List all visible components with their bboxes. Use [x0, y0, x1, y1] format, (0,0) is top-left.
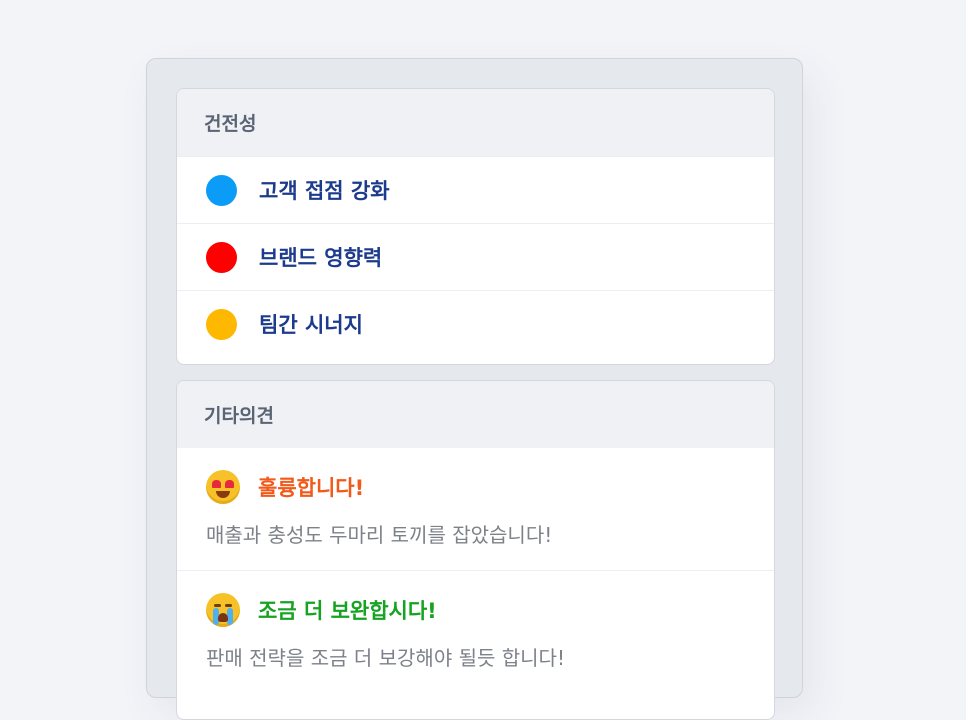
health-item-customer-touchpoint: 고객 접점 강화 — [177, 156, 774, 223]
survey-results-panel: 건전성 고객 접점 강화 브랜드 영향력 팀간 시너지 기타의견 훌륭합니다! … — [146, 58, 803, 720]
red-dot-icon — [206, 241, 237, 273]
health-item-label: 고객 접점 강화 — [259, 179, 390, 203]
heart-eyes-emoji-icon — [206, 470, 240, 504]
health-card-title: 건전성 — [177, 89, 774, 156]
opinion-title: 훌륭합니다! — [258, 476, 365, 500]
other-opinions-card: 기타의견 훌륭합니다! 매출과 충성도 두마리 토끼를 잡았습니다! 조금 더 … — [176, 380, 775, 720]
health-item-team-synergy: 팀간 시너지 — [177, 290, 774, 357]
yellow-dot-icon — [206, 308, 237, 340]
opinion-body: 매출과 충성도 두마리 토끼를 잡았습니다! — [206, 523, 553, 547]
health-item-brand-influence: 브랜드 영향력 — [177, 223, 774, 290]
health-card: 건전성 고객 접점 강화 브랜드 영향력 팀간 시너지 — [176, 88, 775, 365]
health-item-label: 브랜드 영향력 — [259, 246, 383, 270]
opinion-body: 판매 전략을 조금 더 보강해야 될듯 합니다! — [206, 646, 565, 670]
health-item-label: 팀간 시너지 — [259, 313, 363, 337]
other-opinions-card-title: 기타의견 — [177, 381, 774, 448]
opinion-title: 조금 더 보완합시다! — [258, 599, 437, 623]
blue-dot-icon — [206, 174, 237, 206]
opinion-item: 조금 더 보완합시다! 판매 전략을 조금 더 보강해야 될듯 합니다! — [177, 570, 774, 671]
crying-emoji-icon — [206, 593, 240, 627]
opinion-item: 훌륭합니다! 매출과 충성도 두마리 토끼를 잡았습니다! — [177, 448, 774, 570]
